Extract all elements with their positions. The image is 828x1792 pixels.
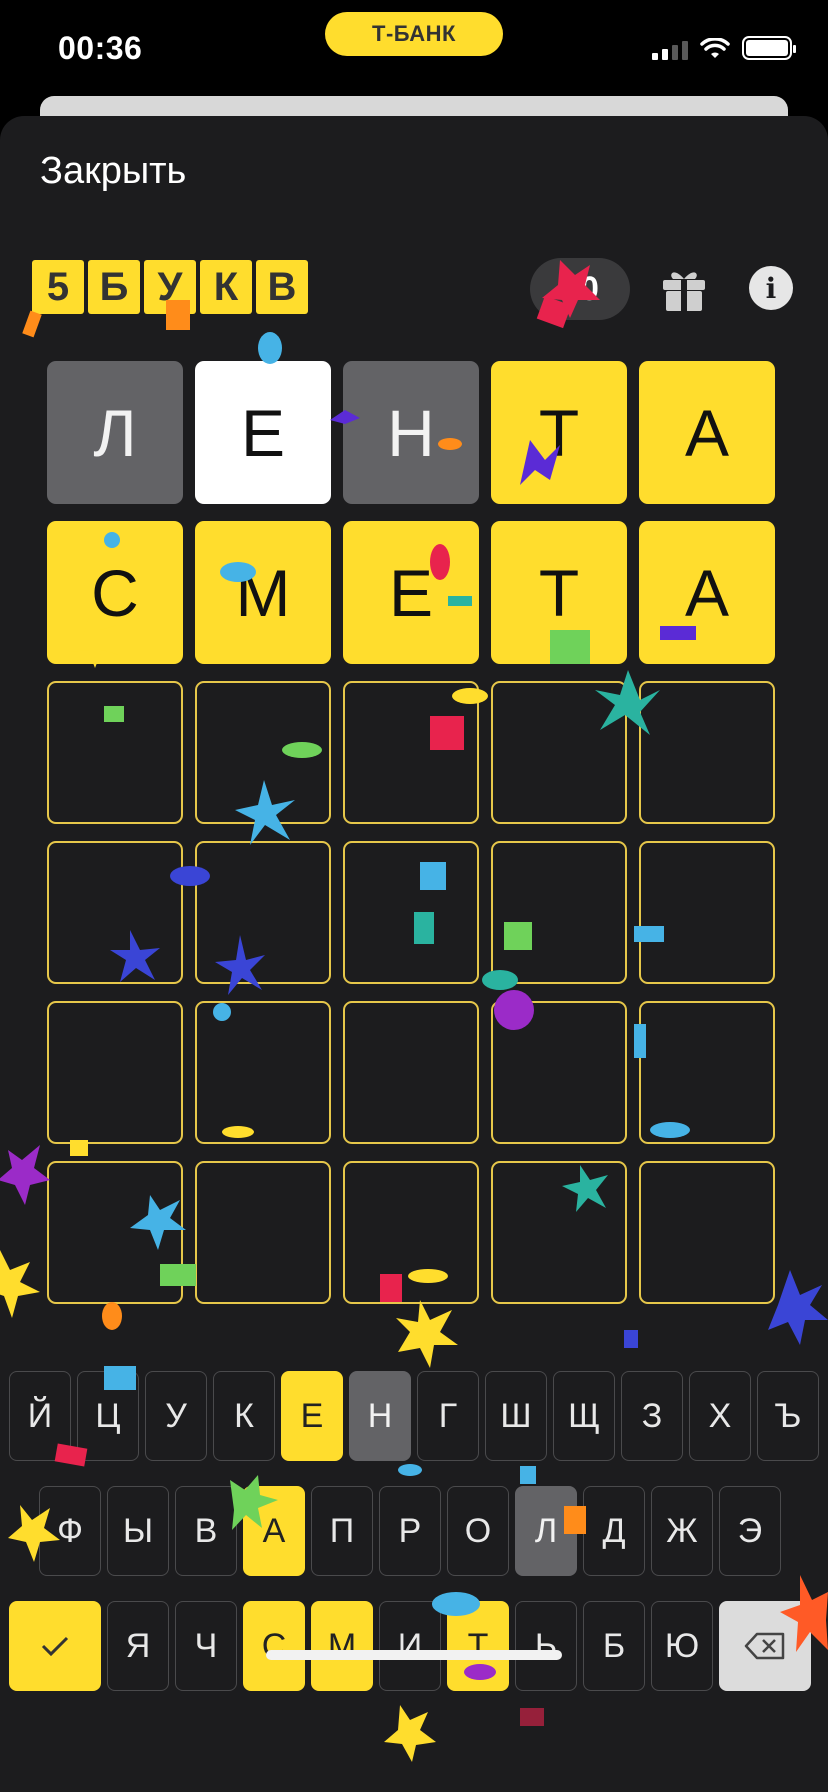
info-icon[interactable]: i (749, 266, 793, 310)
status-icons (652, 36, 796, 60)
logo-letter: В (256, 260, 308, 314)
board-cell (491, 681, 627, 824)
key[interactable]: Н (349, 1371, 411, 1461)
key[interactable]: П (311, 1486, 373, 1576)
key[interactable]: Ш (485, 1371, 547, 1461)
board-cell (639, 681, 775, 824)
board-cell: Т (491, 521, 627, 664)
logo-letter: У (144, 260, 196, 314)
board-cell: Е (343, 521, 479, 664)
board-cell (639, 1161, 775, 1304)
board-cell (47, 1161, 183, 1304)
board-cell (343, 1001, 479, 1144)
board-cell: Т (491, 361, 627, 504)
backspace-icon (744, 1632, 785, 1660)
key[interactable]: Ь (515, 1601, 577, 1691)
key[interactable]: Ж (651, 1486, 713, 1576)
key[interactable]: Ц (77, 1371, 139, 1461)
board-cell: Н (343, 361, 479, 504)
board-cell: А (639, 361, 775, 504)
status-time: 00:36 (58, 30, 143, 66)
board-cell (195, 1001, 331, 1144)
wifi-icon (700, 38, 730, 58)
key[interactable]: Щ (553, 1371, 615, 1461)
board-cell (195, 841, 331, 984)
board-cell (47, 1001, 183, 1144)
board-cell: М (195, 521, 331, 664)
game-sheet: Закрыть 5БУКВ 10 i ЛЕНТАСМЕТА ЙЦУКЕНГШЩЗ… (0, 116, 828, 1792)
game-logo: 5БУКВ (32, 260, 308, 314)
key[interactable]: В (175, 1486, 237, 1576)
home-indicator (266, 1650, 562, 1660)
key[interactable]: О (447, 1486, 509, 1576)
key[interactable]: Ф (39, 1486, 101, 1576)
board-cell: А (639, 521, 775, 664)
battery-icon (742, 36, 796, 60)
key[interactable]: Б (583, 1601, 645, 1691)
board-cell (343, 681, 479, 824)
close-button[interactable]: Закрыть (40, 150, 186, 193)
key[interactable]: Ы (107, 1486, 169, 1576)
board-cell (343, 1161, 479, 1304)
key[interactable]: Э (719, 1486, 781, 1576)
key[interactable]: Р (379, 1486, 441, 1576)
key[interactable]: Й (9, 1371, 71, 1461)
key[interactable]: Л (515, 1486, 577, 1576)
gift-icon[interactable] (660, 264, 708, 314)
signal-icon (652, 40, 688, 60)
board-cell (491, 1161, 627, 1304)
bank-brand-pill[interactable]: Т-БАНК (325, 12, 503, 56)
board-cell (195, 681, 331, 824)
board-cell (639, 841, 775, 984)
key[interactable]: Г (417, 1371, 479, 1461)
key[interactable]: К (213, 1371, 275, 1461)
logo-letter: 5 (32, 260, 84, 314)
logo-letter: К (200, 260, 252, 314)
key[interactable]: Ъ (757, 1371, 819, 1461)
score-badge[interactable]: 10 (530, 258, 630, 320)
board-cell: Е (195, 361, 331, 504)
board-cell (195, 1161, 331, 1304)
board-cell (47, 841, 183, 984)
check-icon (41, 1636, 69, 1657)
board-cell (343, 841, 479, 984)
keyboard-row-1: ЙЦУКЕНГШЩЗХЪ (9, 1371, 819, 1461)
key[interactable]: Ю (651, 1601, 713, 1691)
board-cell (491, 841, 627, 984)
key[interactable]: У (145, 1371, 207, 1461)
key[interactable]: Х (689, 1371, 751, 1461)
key[interactable]: А (243, 1486, 305, 1576)
key[interactable]: Е (281, 1371, 343, 1461)
key[interactable]: С (243, 1601, 305, 1691)
submit-button[interactable] (9, 1601, 101, 1691)
keyboard-row-2: ФЫВАПРОЛДЖЭ (39, 1486, 781, 1576)
key[interactable]: М (311, 1601, 373, 1691)
board-cell (639, 1001, 775, 1144)
board-cell (47, 681, 183, 824)
backspace-button[interactable] (719, 1601, 811, 1691)
status-bar: 00:36 Т-БАНК (0, 0, 828, 100)
key[interactable]: И (379, 1601, 441, 1691)
key[interactable]: Т (447, 1601, 509, 1691)
key[interactable]: Я (107, 1601, 169, 1691)
board-cell: Л (47, 361, 183, 504)
logo-letter: Б (88, 260, 140, 314)
key[interactable]: Д (583, 1486, 645, 1576)
key[interactable]: З (621, 1371, 683, 1461)
keyboard-row-3: ЯЧСМИТЬБЮ (9, 1601, 811, 1691)
board-cell (491, 1001, 627, 1144)
board-cell: С (47, 521, 183, 664)
game-board: ЛЕНТАСМЕТА (47, 361, 775, 1304)
key[interactable]: Ч (175, 1601, 237, 1691)
